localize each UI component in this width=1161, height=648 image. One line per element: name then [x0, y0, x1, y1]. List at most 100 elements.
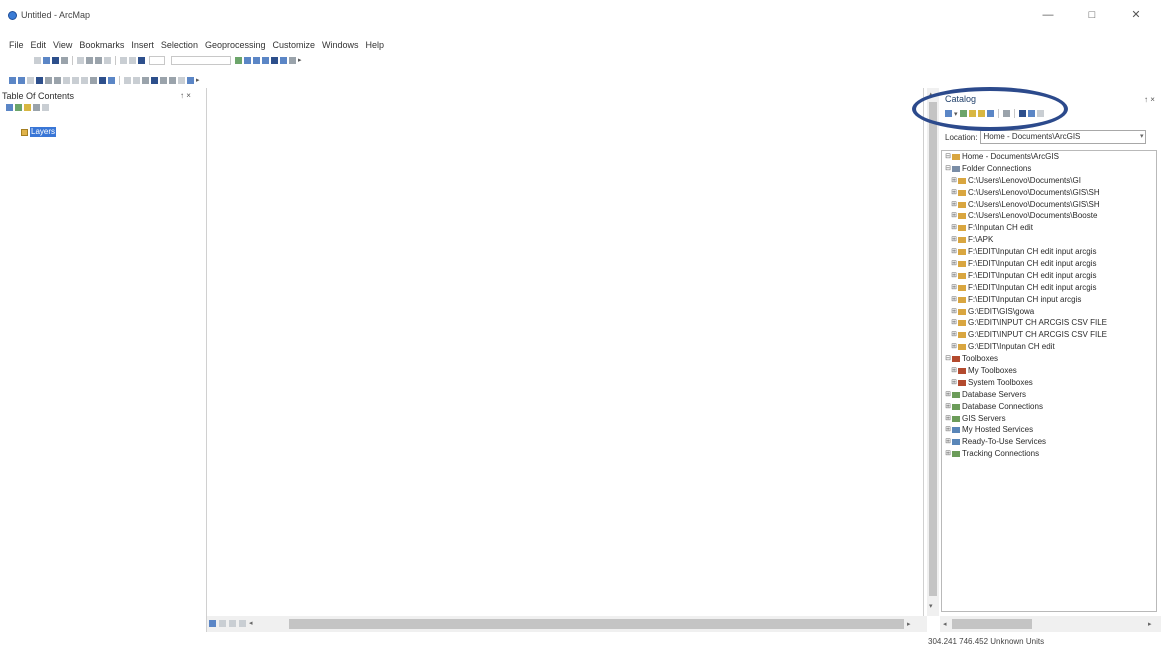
scroll-left-icon[interactable]: ◂	[943, 620, 947, 628]
catalog-tree-item[interactable]: ⊞ C:\Users\Lenovo\Documents\GIS\SH	[942, 187, 1156, 199]
catalog-tree-item[interactable]: ⊞ G:\EDIT\INPUT CH ARCGIS CSV FILE	[942, 317, 1156, 329]
search-window-icon[interactable]	[262, 56, 269, 64]
identify-icon[interactable]	[108, 76, 115, 84]
print-icon[interactable]	[61, 56, 68, 64]
data-view-icon[interactable]	[209, 619, 216, 627]
expand-toggle-icon[interactable]: ⊞	[950, 317, 958, 329]
redo-icon[interactable]	[129, 56, 136, 64]
scroll-up-icon[interactable]: ▴	[929, 90, 933, 98]
expand-toggle-icon[interactable]: ⊞	[950, 246, 958, 258]
catalog-tree-item[interactable]: ⊞ F:\APK	[942, 234, 1156, 246]
catalog-tree-item[interactable]: ⊞ F:\EDIT\Inputan CH edit input arcgis	[942, 270, 1156, 282]
expand-toggle-icon[interactable]: ⊞	[950, 329, 958, 341]
expand-toggle-icon[interactable]: ⊞	[944, 424, 952, 436]
menu-bookmarks[interactable]: Bookmarks	[79, 38, 124, 52]
forward-icon[interactable]	[959, 110, 967, 117]
catalog-tree-item[interactable]: ⊞ Ready-To-Use Services	[942, 436, 1156, 448]
menu-selection[interactable]: Selection	[161, 38, 198, 52]
catalog-tree-item[interactable]: ⊞ C:\Users\Lenovo\Documents\Booste	[942, 210, 1156, 222]
layers-data-frame[interactable]: Layers	[21, 127, 57, 137]
expand-toggle-icon[interactable]: ⊞	[950, 187, 958, 199]
catalog-options-icon[interactable]	[1036, 110, 1044, 117]
catalog-tree-item[interactable]: ⊞ G:\EDIT\Inputan CH edit	[942, 341, 1156, 353]
undo-icon[interactable]	[120, 56, 127, 64]
expand-toggle-icon[interactable]: ⊞	[950, 365, 958, 377]
expand-toggle-icon[interactable]: ⊞	[950, 175, 958, 187]
catalog-tree-item[interactable]: ⊞ G:\EDIT\GIS\gowa	[942, 306, 1156, 318]
restore-button[interactable]: □	[1080, 7, 1104, 23]
expand-toggle-icon[interactable]: ⊞	[950, 377, 958, 389]
catalog-tree-item[interactable]: ⊟ Folder Connections	[942, 163, 1156, 175]
scroll-down-icon[interactable]: ▾	[929, 602, 933, 610]
list-by-visibility-icon[interactable]	[24, 104, 31, 111]
catalog-horizontal-scrollbar[interactable]: ◂ ▸	[940, 616, 1161, 632]
list-by-source-icon[interactable]	[15, 104, 22, 111]
toc-pin-close-controls[interactable]: ↑ ×	[180, 91, 191, 100]
select-elements-icon[interactable]	[99, 76, 106, 84]
catalog-tree-item[interactable]: ⊟ Home - Documents\ArcGIS	[942, 151, 1156, 163]
menu-file[interactable]: File	[9, 38, 24, 52]
expand-toggle-icon[interactable]: ⊞	[944, 401, 952, 413]
python-window-icon[interactable]	[280, 56, 287, 64]
menu-geoprocessing[interactable]: Geoprocessing	[205, 38, 266, 52]
menu-windows[interactable]: Windows	[322, 38, 359, 52]
expand-toggle-icon[interactable]: ⊞	[950, 210, 958, 222]
go-forward-icon[interactable]	[72, 76, 79, 84]
list-by-drawing-order-icon[interactable]	[6, 104, 13, 111]
find-route-icon[interactable]	[160, 76, 167, 84]
catalog-scrollbar-thumb[interactable]	[952, 619, 1032, 629]
open-icon[interactable]	[43, 56, 50, 64]
catalog-tree-item[interactable]: ⊞ Tracking Connections	[942, 448, 1156, 460]
pan-icon[interactable]	[27, 76, 34, 84]
arctoolbox-icon[interactable]	[271, 56, 278, 64]
expand-toggle-icon[interactable]: ⊞	[950, 234, 958, 246]
model-builder-icon[interactable]	[289, 56, 296, 64]
map-display[interactable]	[207, 88, 924, 616]
toc-options-icon[interactable]	[42, 104, 49, 111]
delete-icon[interactable]	[104, 56, 111, 64]
catalog-tree-item[interactable]: ⊞ G:\EDIT\INPUT CH ARCGIS CSV FILE	[942, 329, 1156, 341]
create-viewer-icon[interactable]	[187, 76, 194, 84]
refresh-catalog-icon[interactable]	[1027, 110, 1035, 117]
go-back-icon[interactable]	[63, 76, 70, 84]
list-by-selection-icon[interactable]	[33, 104, 40, 111]
toggle-contents-panel-icon[interactable]	[1002, 110, 1010, 117]
expand-toggle-icon[interactable]: ⊞	[950, 294, 958, 306]
catalog-tree-item[interactable]: ⊞ Database Connections	[942, 401, 1156, 413]
chevron-down-icon[interactable]: ▾	[1140, 131, 1144, 143]
hyperlink-icon[interactable]	[124, 76, 131, 84]
back-icon[interactable]	[945, 110, 952, 117]
zoom-out-icon[interactable]	[18, 76, 25, 84]
catalog-tree-item[interactable]: ⊞ F:\EDIT\Inputan CH input arcgis	[942, 294, 1156, 306]
layers-label[interactable]: Layers	[30, 127, 57, 137]
catalog-tree-item[interactable]: ⊞ GIS Servers	[942, 413, 1156, 425]
up-one-level-icon[interactable]	[968, 110, 976, 117]
expand-toggle-icon[interactable]: ⊞	[950, 270, 958, 282]
copy-icon[interactable]	[86, 56, 93, 64]
toolbar-overflow-icon[interactable]: ▸	[298, 56, 302, 64]
clear-selection-icon[interactable]	[90, 76, 97, 84]
expand-toggle-icon[interactable]: ⊟	[944, 163, 952, 175]
map-scale-dropdown[interactable]	[149, 55, 165, 65]
catalog-tree-item[interactable]: ⊞ C:\Users\Lenovo\Documents\GIS\SH	[942, 199, 1156, 211]
fixed-zoom-in-icon[interactable]	[45, 76, 52, 84]
location-dropdown[interactable]: Home - Documents\ArcGIS ▾	[980, 130, 1147, 144]
scroll-left-icon[interactable]: ◂	[249, 619, 253, 627]
catalog-window-icon[interactable]	[253, 56, 260, 64]
catalog-tree-item[interactable]: ⊟ Toolboxes	[942, 353, 1156, 365]
cut-icon[interactable]	[77, 56, 84, 64]
editor-toolbar-icon[interactable]	[235, 56, 242, 64]
menu-insert[interactable]: Insert	[131, 38, 154, 52]
select-features-icon[interactable]	[81, 76, 88, 84]
minimize-button[interactable]: —	[1036, 7, 1060, 23]
refresh-icon[interactable]	[229, 619, 236, 627]
menu-view[interactable]: View	[53, 38, 72, 52]
view-options-icon[interactable]	[1018, 110, 1026, 117]
expand-toggle-icon[interactable]: ⊞	[944, 436, 952, 448]
home-folder-icon[interactable]	[977, 110, 985, 117]
expand-toggle-icon[interactable]: ⊞	[950, 199, 958, 211]
catalog-tree-item[interactable]: ⊞ F:\Inputan CH edit	[942, 222, 1156, 234]
catalog-pin-close-controls[interactable]: ↑ ×	[1144, 95, 1155, 104]
catalog-tree-item[interactable]: ⊞ C:\Users\Lenovo\Documents\GI	[942, 175, 1156, 187]
catalog-tree-item[interactable]: ⊞ Database Servers	[942, 389, 1156, 401]
